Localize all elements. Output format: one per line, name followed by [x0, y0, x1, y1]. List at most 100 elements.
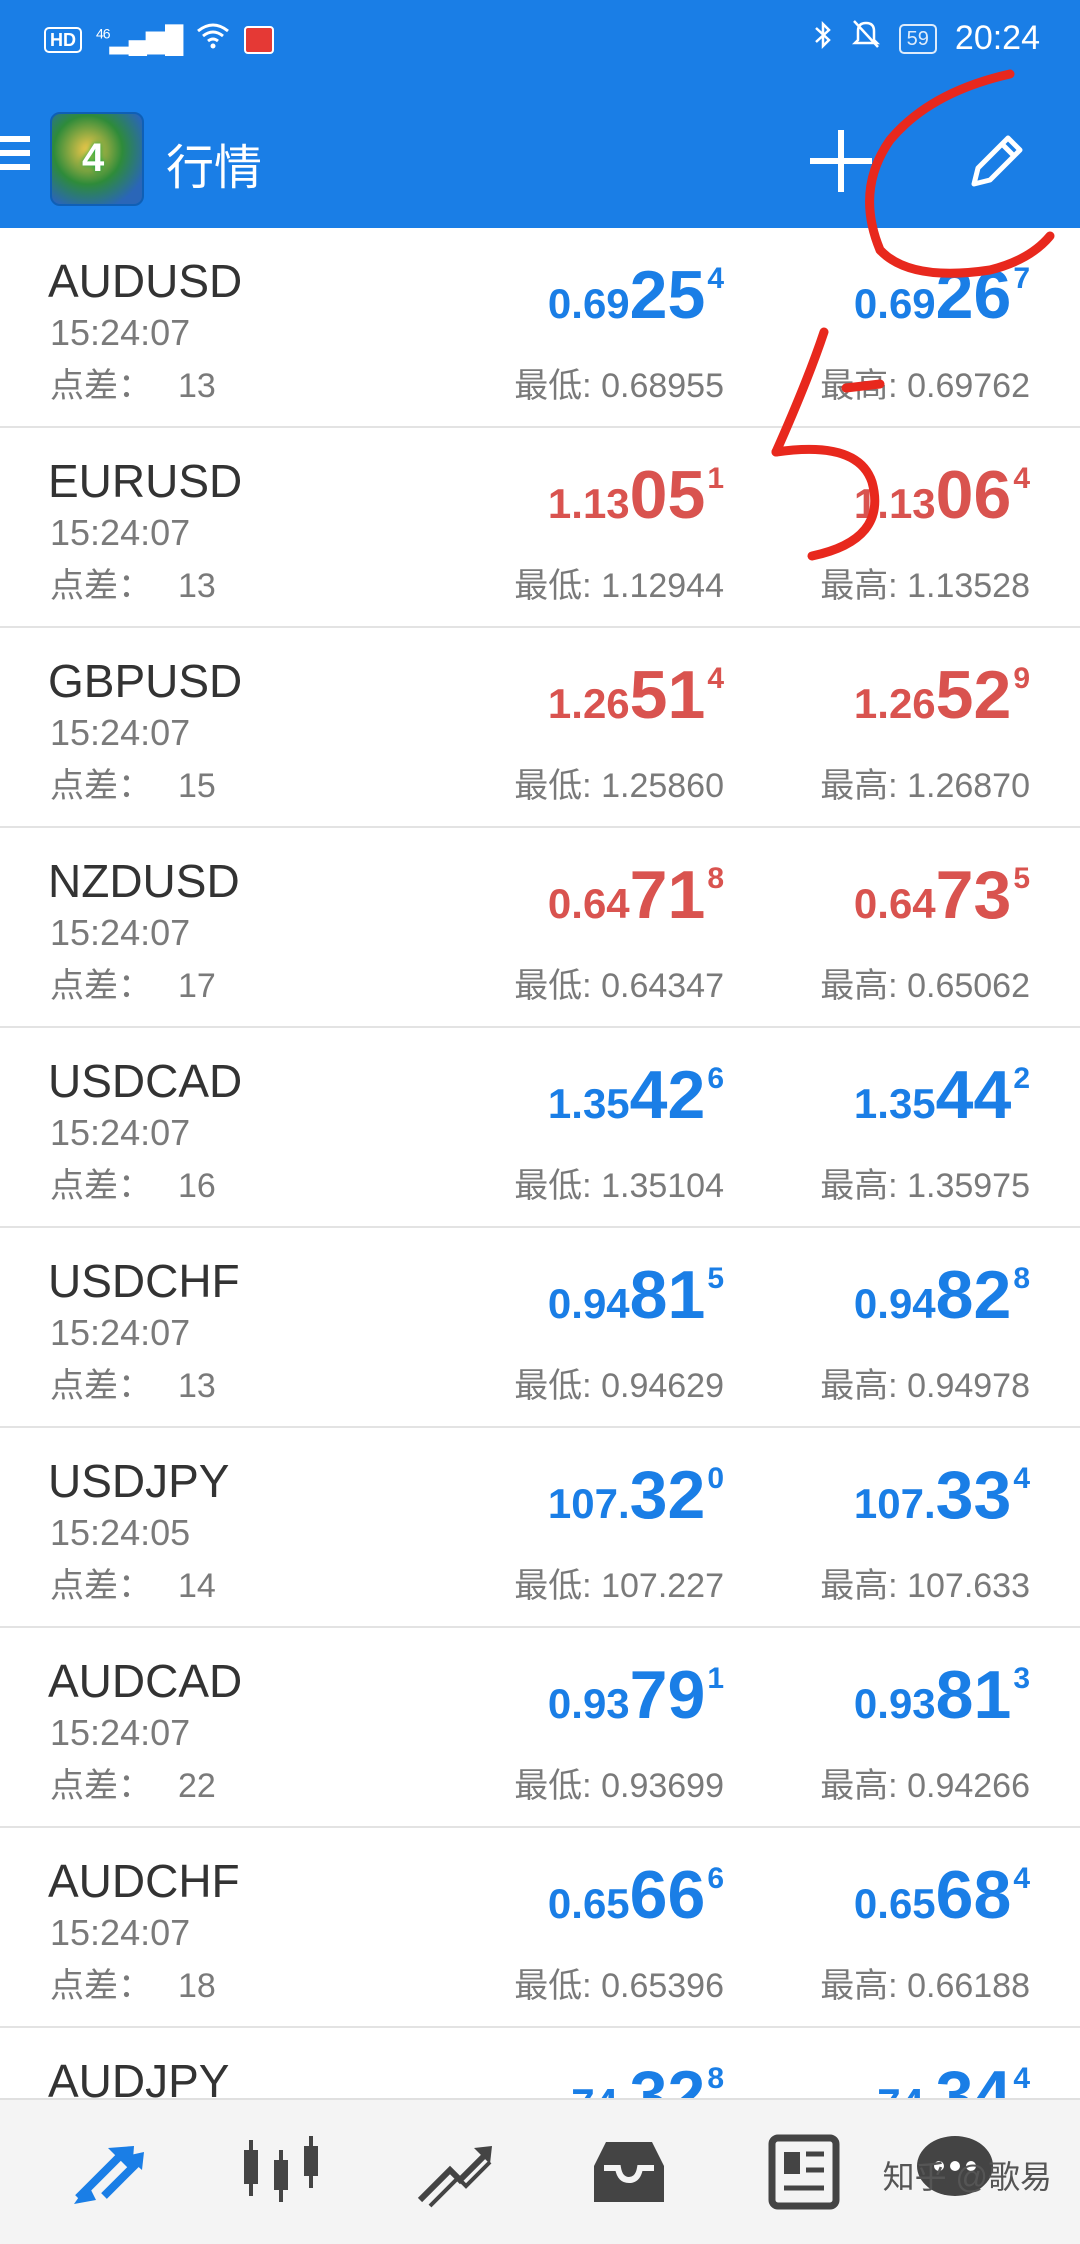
high-label: 最高:: [820, 1967, 898, 2005]
high-price: 最高: 0.65062: [730, 958, 1030, 1007]
spread: 点差： 18: [50, 1958, 216, 2007]
high-label: 最高:: [820, 1167, 898, 1205]
mute-icon: [851, 18, 881, 59]
quote-list: AUDUSD 15:24:07 点差： 13 0.69254 0.69267 最低: 0.6…: [0, 228, 1080, 2228]
quote-row[interactable]: NZDUSD 15:24:07 点差： 17 0.64718 0.64735 最低: 0.6…: [0, 828, 1080, 1028]
low-value: 107.227: [601, 1567, 724, 1605]
bid-price-pips: 79: [629, 1657, 706, 1733]
spread: 点差： 14: [50, 1558, 216, 1607]
high-price: 最高: 0.94266: [730, 1758, 1030, 1807]
high-value: 0.94978: [907, 1367, 1030, 1405]
low-value: 1.12944: [601, 567, 724, 605]
spread-value: 13: [178, 567, 216, 605]
ask-price-fraction: 8: [1013, 1262, 1030, 1295]
news-icon[interactable]: [758, 2126, 848, 2216]
quote-time: 15:24:07: [50, 712, 191, 753]
low-price: 最低: 0.65396: [424, 1958, 724, 2007]
bid-price: 107.320: [424, 1456, 724, 1534]
bluetooth-icon: [813, 19, 833, 59]
bid-price-prefix: 0.94: [547, 1280, 630, 1327]
high-value: 1.13528: [907, 567, 1030, 605]
quote-time: 15:24:07: [50, 1712, 191, 1753]
high-label: 最高:: [820, 967, 898, 1005]
history-icon[interactable]: [584, 2126, 674, 2216]
quote-row[interactable]: USDCHF 15:24:07 点差： 13 0.94815 0.94828 最低: 0.9…: [0, 1228, 1080, 1428]
spread: 点差： 13: [50, 358, 216, 407]
ask-price-pips: 44: [935, 1057, 1012, 1133]
ask-price: 0.64735: [730, 856, 1030, 934]
spread-label: 点差：: [50, 567, 152, 605]
chart-icon[interactable]: [236, 2126, 326, 2216]
quote-row[interactable]: AUDUSD 15:24:07 点差： 13 0.69254 0.69267 最低: 0.6…: [0, 228, 1080, 428]
spread-label: 点差：: [50, 767, 152, 805]
spread-value: 15: [178, 767, 216, 805]
low-price: 最低: 0.93699: [424, 1758, 724, 1807]
ask-price-prefix: 0.65: [853, 1880, 936, 1927]
trade-icon[interactable]: [410, 2126, 500, 2216]
low-price: 最低: 0.94629: [424, 1358, 724, 1407]
quote-row[interactable]: AUDCAD 15:24:07 点差： 22 0.93791 0.93813 最低: 0.9…: [0, 1628, 1080, 1828]
pencil-icon[interactable]: [960, 124, 1034, 198]
ask-price-pips: 33: [935, 1457, 1012, 1533]
ask-price-fraction: 4: [1013, 1862, 1030, 1895]
spread: 点差： 13: [50, 1358, 216, 1407]
low-price: 最低: 1.35104: [424, 1158, 724, 1207]
quote-row[interactable]: AUDCHF 15:24:07 点差： 18 0.65666 0.65684 最低: 0.6…: [0, 1828, 1080, 2028]
top-bar: HD 46▂▄▆█ 59 20:24 4 行情: [0, 0, 1080, 228]
status-left: HD 46▂▄▆█: [44, 22, 275, 57]
quotes-icon[interactable]: [64, 2126, 154, 2216]
high-price: 最高: 0.94978: [730, 1358, 1030, 1407]
quote-row[interactable]: GBPUSD 15:24:07 点差： 15 1.26514 1.26529 最低: 1.2…: [0, 628, 1080, 828]
signal-icon: 46▂▄▆█: [96, 24, 183, 54]
high-value: 0.69762: [907, 367, 1030, 405]
spread-value: 13: [178, 367, 216, 405]
high-value: 0.66188: [907, 1967, 1030, 2005]
quote-time: 15:24:07: [50, 1112, 191, 1153]
bid-price-fraction: 8: [707, 862, 724, 895]
ask-price: 0.94828: [730, 1256, 1030, 1334]
bid-price: 0.94815: [424, 1256, 724, 1334]
quote-row[interactable]: USDCAD 15:24:07 点差： 16 1.35426 1.35442 最低: 1.3…: [0, 1028, 1080, 1228]
low-label: 最低:: [514, 567, 592, 605]
high-price: 最高: 0.69762: [730, 358, 1030, 407]
ask-price-fraction: 4: [1013, 1462, 1030, 1495]
symbol-name: NZDUSD: [48, 855, 240, 907]
bid-price: 0.65666: [424, 1856, 724, 1934]
spread-value: 22: [178, 1767, 216, 1805]
menu-icon[interactable]: [0, 136, 30, 182]
symbol-name: USDCAD: [48, 1055, 243, 1107]
bid-price-fraction: 5: [707, 1262, 724, 1295]
bid-price-fraction: 4: [707, 262, 724, 295]
spread-value: 14: [178, 1567, 216, 1605]
spread: 点差： 16: [50, 1158, 216, 1207]
ask-price-pips: 52: [935, 657, 1012, 733]
ask-price-fraction: 5: [1013, 862, 1030, 895]
high-value: 107.633: [907, 1567, 1030, 1605]
low-value: 0.65396: [601, 1967, 724, 2005]
quote-time: 15:24:07: [50, 1312, 191, 1353]
symbol-name: AUDUSD: [48, 255, 243, 307]
symbol-name: AUDCAD: [48, 1655, 243, 1707]
bid-price-pips: 05: [629, 457, 706, 533]
spread: 点差： 22: [50, 1758, 216, 1807]
ask-price: 1.26529: [730, 656, 1030, 734]
battery-icon: 59: [898, 23, 937, 54]
symbol-name: AUDCHF: [48, 1855, 240, 1907]
quote-row[interactable]: USDJPY 15:24:05 点差： 14 107.320 107.334 最低: 107…: [0, 1428, 1080, 1628]
quote-row[interactable]: EURUSD 15:24:07 点差： 13 1.13051 1.13064 最低: 1.1…: [0, 428, 1080, 628]
ask-price-pips: 68: [935, 1857, 1012, 1933]
ask-price-fraction: 7: [1013, 262, 1030, 295]
ask-price-prefix: 1.26: [853, 680, 936, 727]
bid-price: 0.64718: [424, 856, 724, 934]
add-symbol-button[interactable]: [806, 126, 876, 196]
status-time: 20:24: [954, 19, 1040, 57]
ask-price-pips: 82: [935, 1257, 1012, 1333]
low-label: 最低:: [514, 1367, 592, 1405]
ask-price-fraction: 9: [1013, 662, 1030, 695]
symbol-name: USDCHF: [48, 1255, 240, 1307]
app-bar: 4 行情: [0, 90, 1080, 228]
low-label: 最低:: [514, 1767, 592, 1805]
network-label: 46: [96, 25, 111, 42]
bid-price-pips: 51: [629, 657, 706, 733]
high-label: 最高:: [820, 367, 898, 405]
